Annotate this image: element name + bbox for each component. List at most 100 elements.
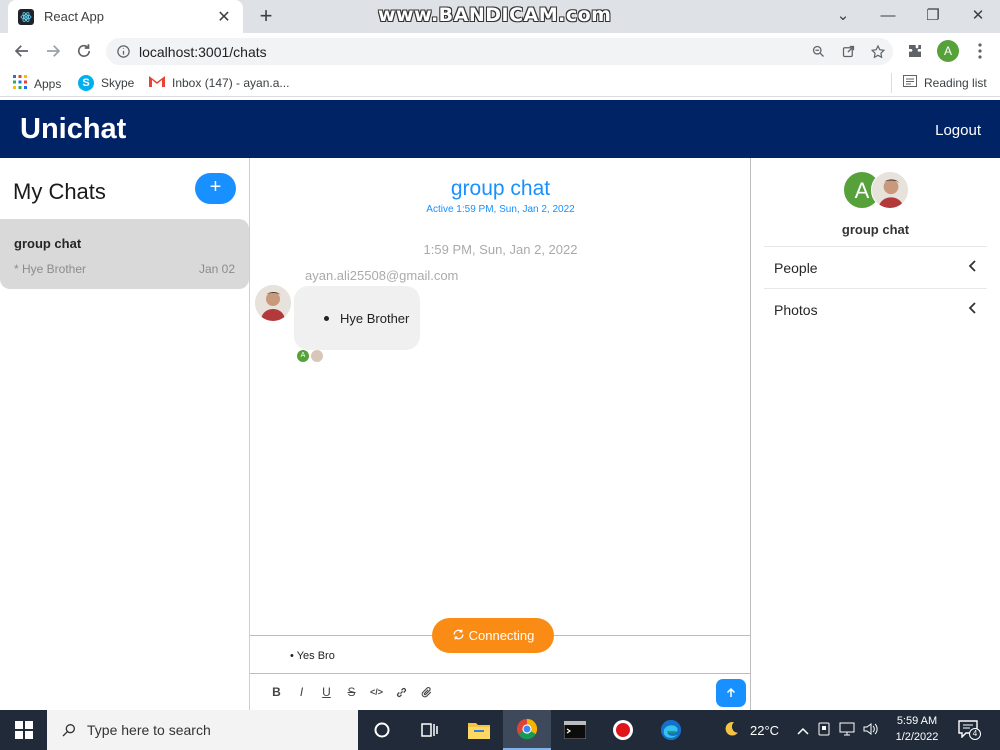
windows-start-icon[interactable]	[0, 710, 47, 750]
app-header: Unichat Logout	[0, 100, 1000, 158]
message-text: Hye Brother	[340, 310, 410, 326]
tab-title: React App	[44, 9, 104, 24]
read-receipts: A	[297, 350, 325, 362]
close-window-button[interactable]: ✕	[966, 4, 990, 28]
windows-taskbar: Type here to search 22°C 5:59 AM 1/2/202…	[0, 710, 1000, 750]
volume-icon[interactable]	[863, 722, 879, 739]
member-avatar-photo	[871, 171, 909, 209]
back-arrow-icon[interactable]	[10, 39, 34, 63]
bookmarks-bar: Apps S Skype Inbox (147) - ayan.a... Rea…	[0, 69, 1000, 97]
taskbar-clock[interactable]: 5:59 AM 1/2/2022	[888, 713, 946, 745]
info-icon[interactable]	[116, 44, 131, 59]
connecting-label: Connecting	[468, 628, 535, 643]
bookmarks-divider	[891, 73, 892, 93]
taskbar-search[interactable]: Type here to search	[47, 710, 358, 750]
chat-list-panel: My Chats + group chat * Hye Brother Jan …	[0, 158, 250, 710]
meet-now-icon[interactable]	[817, 722, 831, 739]
terminal-icon[interactable]	[551, 710, 599, 750]
gmail-icon	[149, 75, 165, 90]
extensions-puzzle-icon[interactable]	[903, 39, 927, 63]
reading-list-button[interactable]: Reading list	[903, 75, 987, 90]
kebab-menu-icon[interactable]	[968, 39, 992, 63]
chevron-up-icon[interactable]	[797, 723, 809, 738]
arrow-up-icon	[726, 687, 736, 697]
notification-icon[interactable]: 4	[958, 720, 981, 740]
record-icon[interactable]	[599, 710, 647, 750]
bookmark-label: Skype	[101, 76, 135, 90]
sender-avatar	[255, 285, 291, 321]
bold-button[interactable]: B	[264, 680, 289, 705]
photos-label: Photos	[774, 301, 818, 318]
logout-button[interactable]: Logout	[935, 122, 981, 139]
chat-card-title: group chat	[14, 236, 82, 251]
chat-card-date: Jan 02	[198, 262, 235, 276]
cortana-icon[interactable]	[358, 710, 406, 750]
chat-list-heading: My Chats	[13, 179, 106, 204]
chat-card[interactable]: group chat * Hye Brother Jan 02	[0, 219, 249, 289]
restore-button[interactable]: ❐	[921, 4, 945, 28]
code-button[interactable]: </>	[364, 680, 389, 705]
chrome-icon[interactable]	[503, 710, 551, 750]
chat-avatars: A	[843, 171, 913, 211]
zoom-icon[interactable]	[803, 40, 833, 64]
search-placeholder: Type here to search	[87, 722, 211, 738]
strikethrough-button[interactable]: S	[339, 680, 364, 705]
clock-time: 5:59 AM	[896, 715, 938, 727]
italic-button[interactable]: I	[289, 680, 314, 705]
photos-section[interactable]: Photos	[764, 288, 987, 330]
message-sender: ayan.ali25508@gmail.com	[305, 268, 459, 283]
read-receipt-avatar-photo	[311, 350, 323, 362]
new-chat-button[interactable]: +	[195, 173, 236, 204]
connecting-badge: Connecting	[432, 618, 554, 653]
message-bubble: Hye Brother	[294, 286, 420, 350]
clock-date: 1/2/2022	[895, 731, 939, 743]
close-tab-icon[interactable]: ✕	[215, 7, 233, 27]
people-label: People	[774, 259, 818, 276]
forward-arrow-icon[interactable]	[41, 39, 65, 63]
app-logo: Unichat	[20, 113, 127, 145]
underline-button[interactable]: U	[314, 680, 339, 705]
sync-icon	[452, 628, 465, 644]
reload-icon[interactable]	[72, 39, 96, 63]
bookmark-gmail[interactable]: Inbox (147) - ayan.a...	[149, 75, 289, 90]
attach-icon[interactable]	[414, 680, 439, 705]
browser-toolbar: localhost:3001/chats A	[0, 33, 1000, 69]
bookmark-apps[interactable]: Apps	[13, 75, 61, 92]
format-toolbar: B I U S </>	[250, 674, 750, 710]
task-view-icon[interactable]	[406, 710, 454, 750]
weather-temperature[interactable]: 22°C	[750, 723, 779, 738]
reading-list-icon	[903, 75, 917, 90]
new-tab-button[interactable]: +	[254, 4, 278, 28]
chevron-left-icon	[967, 259, 977, 277]
address-bar[interactable]: localhost:3001/chats	[106, 38, 893, 65]
reading-list-label: Reading list	[924, 75, 987, 90]
profile-avatar[interactable]: A	[937, 40, 959, 62]
edge-icon[interactable]	[647, 710, 695, 750]
bullet-icon	[324, 315, 329, 321]
people-section[interactable]: People	[764, 246, 987, 288]
message-timestamp: 1:59 PM, Sun, Jan 2, 2022	[423, 242, 578, 257]
share-icon[interactable]	[833, 40, 863, 64]
react-icon	[18, 8, 34, 25]
network-icon[interactable]	[839, 722, 855, 739]
bookmark-label: Inbox (147) - ayan.a...	[172, 75, 290, 90]
bookmark-skype[interactable]: S Skype	[78, 75, 134, 91]
bandicam-watermark: www.BANDICAM.com	[378, 4, 612, 26]
settings-chat-title: group chat	[841, 222, 910, 237]
star-icon[interactable]	[863, 40, 893, 64]
message-draft: • Yes Bro	[290, 650, 335, 662]
file-explorer-icon[interactable]	[455, 710, 503, 750]
send-button[interactable]	[716, 679, 746, 707]
chat-active-status: Active 1:59 PM, Sun, Jan 2, 2022	[426, 204, 575, 215]
apps-grid-icon	[13, 75, 27, 92]
minimize-button[interactable]: —	[876, 4, 900, 28]
notification-count: 4	[969, 728, 981, 740]
link-icon[interactable]	[389, 680, 414, 705]
bookmark-label: Apps	[34, 76, 62, 91]
skype-icon: S	[78, 75, 94, 91]
weather-moon-icon[interactable]	[722, 720, 740, 741]
url-text[interactable]: localhost:3001/chats	[139, 44, 803, 60]
browser-tab[interactable]: React App ✕	[8, 0, 243, 33]
chevron-down-icon[interactable]: ⌄	[831, 4, 855, 28]
chat-title: group chat	[450, 177, 551, 200]
